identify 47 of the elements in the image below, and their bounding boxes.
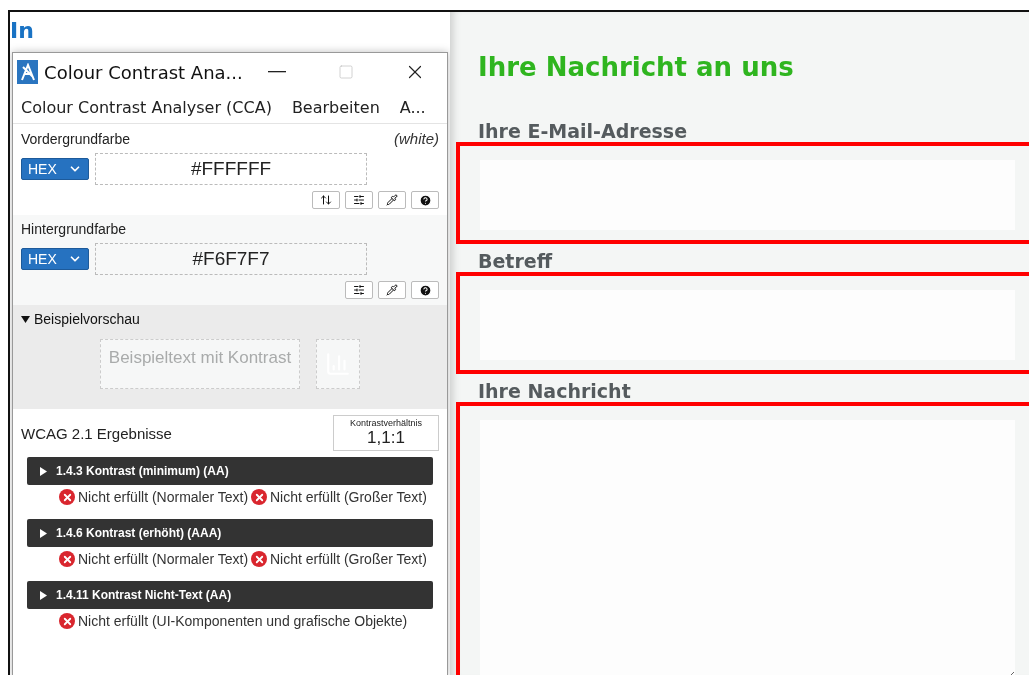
sliders-icon — [353, 194, 365, 206]
format-dropdown[interactable]: HEX — [21, 158, 89, 180]
results-title: WCAG 2.1 Ergebnisse — [21, 424, 172, 442]
help-icon — [418, 193, 432, 207]
field-label: Betreff — [478, 250, 553, 272]
form-title: Ihre Nachricht an uns — [478, 52, 795, 82]
tool-button[interactable] — [411, 191, 439, 209]
color-name: (white) — [394, 130, 439, 147]
minimize-icon — [267, 71, 286, 73]
format-dropdown[interactable]: HEX — [21, 248, 89, 270]
page-heading: In — [10, 17, 35, 45]
field-label: Ihre Nachricht — [478, 380, 631, 402]
tool-button[interactable] — [345, 191, 373, 209]
criterion-header[interactable]: 1.4.3 Kontrast (minimum) (AA) — [27, 457, 433, 485]
result-text: Nicht erfüllt (Normaler Text) — [59, 551, 251, 567]
swap-icon — [320, 194, 332, 206]
result-text: Nicht erfüllt (UI-Komponenten und grafische Objekte) — [59, 613, 429, 629]
tool-button[interactable] — [378, 191, 406, 209]
result-text: Nicht erfüllt (Großer Text) — [251, 489, 429, 505]
eyedropper-icon — [386, 284, 398, 296]
menu-item[interactable]: Colour Contrast Analyser (CCA) — [21, 97, 272, 117]
app-logo-icon — [17, 60, 39, 84]
hex-input[interactable]: #FFFFFF — [95, 153, 367, 185]
ratio-value: 1,1:1 — [367, 428, 405, 448]
tool-button[interactable] — [378, 281, 406, 299]
sliders-icon — [353, 284, 365, 296]
result-text: Nicht erfüllt (Normaler Text) — [59, 489, 251, 505]
eyedropper-icon — [386, 194, 398, 206]
tool-button[interactable] — [312, 191, 340, 209]
menu-item[interactable]: A... — [399, 97, 426, 117]
help-icon — [418, 283, 432, 297]
preview-toggle[interactable]: Beispielvorschau — [21, 311, 439, 327]
hex-input[interactable]: #F6F7F7 — [95, 243, 367, 275]
ratio-label: Kontrastverhältnis — [349, 418, 422, 428]
tool-button[interactable] — [411, 281, 439, 299]
chart-icon — [316, 339, 361, 389]
criterion-header[interactable]: 1.4.6 Kontrast (erhöht) (AAA) — [27, 519, 433, 547]
section-label: Hintergrundfarbe — [21, 221, 127, 237]
result-text: Nicht erfüllt (Großer Text) — [251, 551, 429, 567]
sample-text: Beispieltext mit Kontrast — [99, 339, 301, 389]
section-label: Vordergrundfarbe — [21, 130, 130, 147]
maximize-icon — [338, 64, 355, 80]
window-title: Colour Contrast Ana... — [44, 61, 240, 83]
menu-item[interactable]: Bearbeiten — [291, 97, 380, 117]
field-label: Ihre E-Mail-Adresse — [478, 120, 688, 142]
criterion-header[interactable]: 1.4.11 Kontrast Nicht-Text (AA) — [27, 581, 433, 609]
tool-button[interactable] — [345, 281, 373, 299]
